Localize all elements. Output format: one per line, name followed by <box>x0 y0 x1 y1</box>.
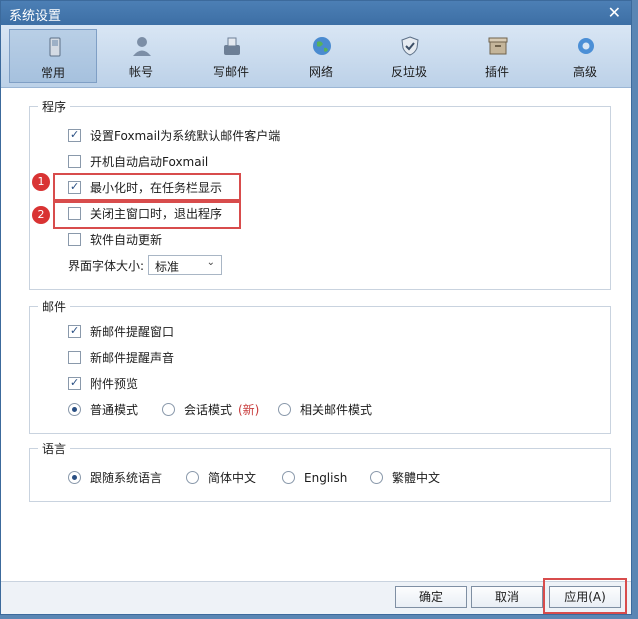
radio-label: English <box>304 471 348 485</box>
tab-account[interactable]: 帐号 <box>97 29 185 83</box>
tab-antispam[interactable]: 反垃圾 <box>365 29 453 83</box>
language-group: 语言 跟随系统语言 简体中文 English 繁體中文 <box>29 440 611 502</box>
settings-window: 系统设置 ✕ 常用 帐号 写邮件 网络 反垃圾 插件 高级 程序 ✓ 设置Fox… <box>0 0 632 615</box>
language-group-title: 语言 <box>38 440 71 457</box>
checkbox-checked[interactable] <box>68 322 81 340</box>
checkbox-label: 新邮件提醒窗口 <box>90 325 175 339</box>
new-tag: (新) <box>238 403 260 417</box>
tab-compose[interactable]: 写邮件 <box>187 29 275 83</box>
checkbox-unchecked[interactable] <box>68 351 81 364</box>
title-bar: 系统设置 ✕ <box>1 1 631 25</box>
gear-icon <box>578 38 594 54</box>
radio-label: 简体中文 <box>208 471 257 485</box>
ok-button[interactable]: 确定 <box>395 586 467 608</box>
chevron-down-icon: ⌄ <box>206 257 215 268</box>
tab-antispam-label: 反垃圾 <box>390 65 427 79</box>
font-size-select[interactable]: 标准 ⌄ <box>148 255 222 275</box>
radio-unselected[interactable] <box>278 403 291 416</box>
annotation-badge-1: 1 <box>32 173 50 191</box>
radio-selected[interactable] <box>68 403 81 416</box>
radio-unselected[interactable] <box>186 471 199 484</box>
tab-plugins[interactable]: 插件 <box>453 29 541 83</box>
window-title: 系统设置 <box>9 9 62 24</box>
radio-label: 繁體中文 <box>392 471 441 485</box>
radio-selected[interactable] <box>68 471 81 484</box>
tab-advanced-label: 高级 <box>572 65 597 79</box>
tab-advanced[interactable]: 高级 <box>541 29 629 83</box>
tab-network-label: 网络 <box>308 65 333 79</box>
settings-content: 程序 设置Foxmail为系统默认邮件客户端 开机自动启动Foxmail 最小化… <box>1 88 631 582</box>
close-icon[interactable]: ✕ <box>608 3 621 22</box>
tab-general-label: 常用 <box>40 66 65 80</box>
annotation-box-2 <box>53 201 241 229</box>
globe-icon <box>313 37 331 55</box>
settings-toolbar: 常用 帐号 写邮件 网络 反垃圾 插件 高级 <box>1 25 631 88</box>
user-icon <box>133 37 151 56</box>
compose-icon <box>224 37 240 55</box>
radio-label: 会话模式 <box>184 403 233 417</box>
box-icon <box>488 37 508 55</box>
annotation-box-1 <box>53 173 241 201</box>
radio-unselected[interactable] <box>162 403 175 416</box>
program-group-title: 程序 <box>38 98 71 115</box>
radio-unselected[interactable] <box>370 471 383 484</box>
phone-icon <box>49 37 61 57</box>
mail-group-title: 邮件 <box>38 298 71 315</box>
tab-compose-label: 写邮件 <box>212 65 249 79</box>
checkbox-label: 设置Foxmail为系统默认邮件客户端 <box>90 129 281 143</box>
cancel-button[interactable]: 取消 <box>471 586 543 608</box>
checkbox-unchecked[interactable] <box>68 233 81 246</box>
annotation-box-apply <box>543 578 627 614</box>
tab-plugins-label: 插件 <box>484 65 509 79</box>
tab-account-label: 帐号 <box>128 65 153 79</box>
checkbox-unchecked[interactable] <box>68 155 81 168</box>
dialog-footer: 确定 取消 应用(A) <box>1 578 631 614</box>
checkbox-label: 软件自动更新 <box>90 233 163 247</box>
radio-label: 跟随系统语言 <box>90 471 163 485</box>
checkbox-label: 开机自动启动Foxmail <box>90 155 209 169</box>
font-size-label: 界面字体大小: <box>68 259 145 273</box>
tab-general[interactable]: 常用 <box>9 29 97 83</box>
radio-label: 相关邮件模式 <box>300 403 373 417</box>
checkbox-label: 附件预览 <box>90 377 139 391</box>
tab-network[interactable]: 网络 <box>277 29 365 83</box>
font-size-value: 标准 <box>155 260 180 274</box>
checkbox-checked[interactable] <box>68 126 81 144</box>
radio-label: 普通模式 <box>90 403 139 417</box>
mail-group: 邮件 新邮件提醒窗口 新邮件提醒声音 附件预览 普通模式 会话模式 (新) <box>29 298 611 434</box>
annotation-badge-2: 2 <box>32 206 50 224</box>
radio-unselected[interactable] <box>282 471 295 484</box>
shield-icon <box>401 36 419 56</box>
checkbox-checked[interactable] <box>68 374 81 392</box>
checkbox-label: 新邮件提醒声音 <box>90 351 175 365</box>
